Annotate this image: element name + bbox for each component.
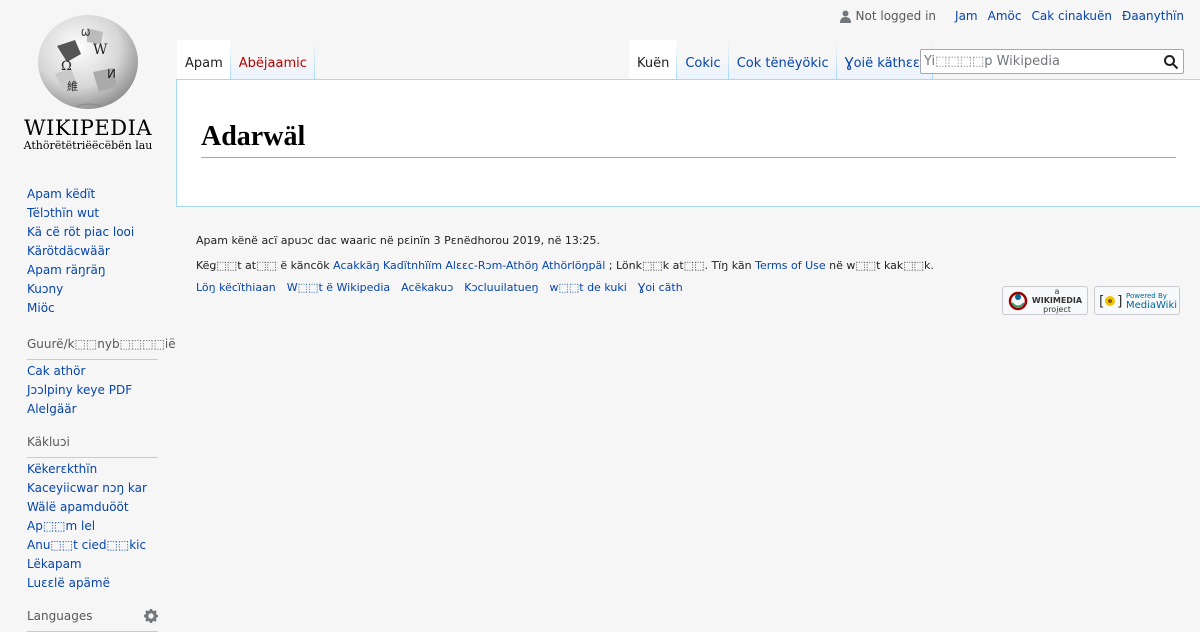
wikipedia-globe-icon: W Ω 維 И Ѡ [38, 15, 138, 109]
wikipedia-logo[interactable]: W Ω 維 И Ѡ WIKIPEDIA Athörëtëtriëëcëbën l… [0, 0, 176, 160]
tab-edit-source-label: Cok tënëyökic [736, 56, 829, 71]
tab-read-label: Kuën [637, 56, 670, 71]
sidebar-item-main-page[interactable]: Apam këdït [27, 187, 95, 201]
sidebar-tools-heading[interactable]: Käkluɔi [27, 433, 158, 458]
personal-link-login[interactable]: Ɖaanythïn [1122, 9, 1184, 23]
wikimedia-badge-line2: WIKIMEDIA [1031, 296, 1083, 305]
not-logged-in-text: Not logged in [855, 9, 937, 23]
namespace-tabs: Apam Abëjaamic [177, 40, 316, 80]
footer-license: Këg⬚⬚t at⬚⬚ ë käncök Acakkäŋ Kadïtnhïïm … [196, 255, 1186, 276]
personal-link-create-account[interactable]: Cak cinakuën [1031, 9, 1112, 23]
sidebar-languages-heading[interactable]: Languages [27, 607, 158, 632]
sidebar-item-donate[interactable]: Miöc [27, 301, 55, 315]
sidebar-navigation: Apam këdït Tëlɔthïn wut Kä cë röt piac l… [27, 183, 158, 318]
footer-badges: a WIKIMEDIA project [ ] Powered By Media… [1002, 286, 1180, 315]
svg-text:維: 維 [67, 80, 78, 93]
sidebar-item-wikidata[interactable]: Luɛɛlë apämë [27, 576, 110, 590]
tab-history-label: Ɣoië käthɛɛr [844, 56, 926, 71]
powered-by-mediawiki-badge[interactable]: [ ] Powered By MediaWiki [1094, 286, 1180, 315]
footer-last-modified: Apam kënë acï apuɔc dac waaric në pɛinïn… [196, 234, 601, 247]
svg-text:Ѡ: Ѡ [81, 28, 90, 39]
sidebar-item-community[interactable]: Kärötdäcwäär [27, 244, 110, 258]
mediawiki-badge-line2: MediaWiki [1125, 299, 1178, 311]
wikimedia-badge-line3: project [1043, 305, 1071, 314]
footer: Apam kënë acï apuɔc dac waaric në pɛinïn… [196, 230, 1186, 294]
view-tabs: Kuën Cokic Cok tënëyökic Ɣoië käthɛɛr [629, 40, 934, 80]
tab-talk-label: Abëjaamic [238, 56, 307, 71]
sidebar-item-permanent-link[interactable]: Anu⬚⬚t cied⬚⬚kic [27, 538, 146, 552]
wikipedia-tagline: Athörëtëtriëëcëbën lau [23, 139, 153, 152]
wikimedia-badge-line1: a [1054, 287, 1060, 296]
footer-link-mobile-view[interactable]: Ɣoi cäth [638, 281, 683, 294]
svg-text:[: [ [1097, 294, 1105, 310]
tab-edit[interactable]: Cokic [677, 40, 730, 80]
footer-license-post: në w⬚⬚t kak⬚⬚k. [825, 259, 934, 272]
content-area: Adarwäl [176, 79, 1200, 207]
footer-license-link[interactable]: Acakkäŋ Kadïtnhïïm Alɛɛc-Rɔm-Athöŋ Athör… [333, 259, 605, 272]
sidebar-tools: Käkluɔi Këkerɛkthïn Kaceyiicwar nɔŋ kar … [27, 433, 158, 593]
footer-link-about[interactable]: W⬚⬚t ë Wikipedia [287, 281, 390, 294]
search-input[interactable] [921, 50, 1159, 73]
sidebar-item-download-pdf[interactable]: Jɔɔlpiny keye PDF [27, 383, 132, 397]
tab-talk[interactable]: Abëjaamic [230, 40, 316, 80]
wikimedia-project-badge[interactable]: a WIKIMEDIA project [1002, 286, 1088, 315]
svg-text:И: И [107, 67, 116, 81]
sidebar-print-heading[interactable]: Guurë/k⬚⬚nyb⬚⬚⬚⬚iё [27, 335, 176, 360]
sidebar-item-printable[interactable]: Alelgäär [27, 402, 77, 416]
sidebar-item-special-pages[interactable]: Ap⬚⬚m lel [27, 519, 95, 533]
svg-text:Ω: Ω [61, 59, 72, 74]
mediawiki-logo-icon: [ ] [1097, 294, 1123, 310]
sidebar-languages: Languages [27, 607, 158, 632]
svg-text:W: W [93, 42, 108, 58]
tab-read[interactable]: Kuën [629, 40, 678, 80]
tab-page[interactable]: Apam [177, 40, 231, 80]
search-box [920, 49, 1184, 74]
search-icon[interactable] [1163, 54, 1179, 70]
sidebar-item-what-links-here[interactable]: Këkerɛkthïn [27, 462, 97, 476]
sidebar-item-create-book[interactable]: Cak athör [27, 364, 85, 378]
sidebar-item-random[interactable]: Apam räŋräŋ [27, 263, 105, 277]
sidebar-item-related-changes[interactable]: Kaceyiicwar nɔŋ kar [27, 481, 147, 495]
page-title: Adarwäl [201, 119, 1176, 158]
tab-edit-label: Cokic [685, 56, 721, 71]
footer-terms-link[interactable]: Terms of Use [755, 259, 826, 272]
languages-label: Languages [27, 609, 93, 623]
tab-edit-source[interactable]: Cok tënëyökic [728, 40, 837, 80]
sidebar-item-current-events[interactable]: Kä cë röt piac looi [27, 225, 134, 239]
tab-page-label: Apam [185, 56, 223, 71]
sidebar-item-upload-file[interactable]: Wälë apamduööt [27, 500, 129, 514]
footer-link-disclaimers[interactable]: Acëkakuɔ [401, 281, 453, 294]
footer-link-cookie[interactable]: w⬚⬚t de kuki [549, 281, 626, 294]
personal-tools: Not logged in Jam Amöc Cak cinakuën Ɖaan… [839, 9, 1184, 23]
user-icon [839, 10, 851, 23]
sidebar-print-export: Guurë/k⬚⬚nyb⬚⬚⬚⬚iё Cak athör Jɔɔlpiny ke… [27, 335, 176, 419]
gear-icon[interactable] [144, 609, 158, 623]
sidebar-item-help[interactable]: Kuɔny [27, 282, 63, 296]
footer-link-privacy[interactable]: Löŋ këcïthiaan [196, 281, 276, 294]
personal-link-talk[interactable]: Jam [955, 9, 978, 23]
footer-license-pre: Këg⬚⬚t at⬚⬚ ë käncök [196, 259, 334, 272]
sidebar-item-page-info[interactable]: Lëkapam [27, 557, 82, 571]
personal-link-contributions[interactable]: Amöc [988, 9, 1022, 23]
svg-text:]: ] [1116, 294, 1123, 310]
footer-license-mid: ; Lönk⬚⬚k at⬚⬚. Tïŋ kän [605, 259, 756, 272]
footer-link-developers[interactable]: Kɔcluuilatueŋ [464, 281, 538, 294]
sidebar: Apam këdït Tëlɔthïn wut Kä cë röt piac l… [0, 183, 176, 632]
wikipedia-wordmark: WIKIPEDIA [23, 116, 153, 140]
wikimedia-logo-icon [1008, 291, 1028, 310]
tab-history[interactable]: Ɣoië käthɛɛr [836, 40, 934, 80]
sidebar-item-recent-changes[interactable]: Tëlɔthïn wut [27, 206, 99, 220]
